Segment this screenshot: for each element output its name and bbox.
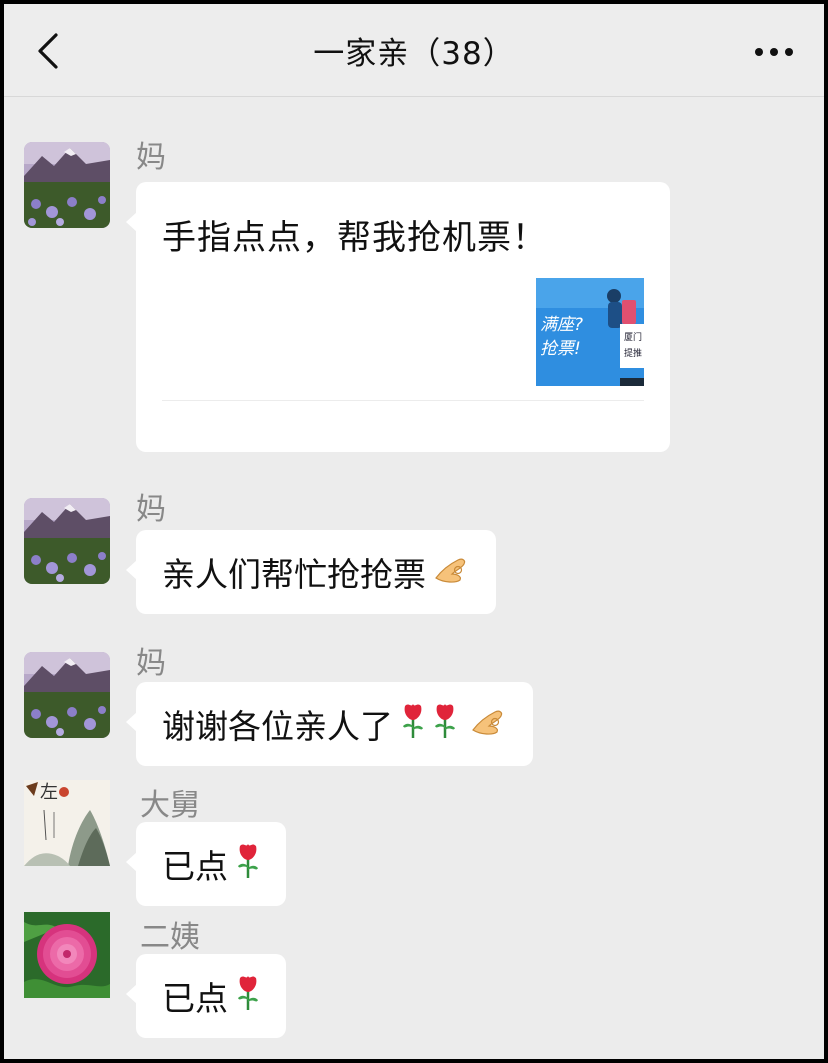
chat-header: 一家亲（38） [4, 4, 824, 97]
rose-emoji-icon [236, 842, 260, 886]
ok-hand-emoji-icon [434, 553, 470, 592]
svg-text:厦门: 厦门 [624, 331, 642, 343]
svg-text:提推: 提推 [624, 347, 642, 359]
sender-name: 妈 [136, 646, 166, 681]
card-thumbnail: 满座? 抢票! 厦门 提推 [536, 278, 644, 386]
svg-text:满座?: 满座? [540, 315, 583, 335]
mountain-flowers-avatar [24, 142, 110, 228]
avatar[interactable] [24, 142, 110, 228]
back-button[interactable] [26, 26, 70, 76]
avatar[interactable]: 左 [24, 780, 110, 866]
pink-flower-avatar [24, 912, 110, 998]
message-text: 已点 [162, 847, 228, 886]
chat-window: 一家亲（38） 妈 手指点点，帮我抢机票！ 满座? 抢票! 厦门 提推 妈 亲人… [4, 4, 824, 1059]
sender-name: 大舅 [140, 788, 200, 823]
card-divider [162, 400, 644, 401]
message-bubble[interactable]: 亲人们帮忙抢抢票 [126, 530, 496, 614]
ink-landscape-avatar: 左 [24, 780, 110, 866]
sender-name: 妈 [136, 492, 166, 527]
mountain-flowers-avatar [24, 498, 110, 584]
more-dots-icon [755, 48, 793, 56]
chevron-left-icon [38, 33, 58, 69]
svg-text:左: 左 [40, 782, 58, 803]
svg-text:抢票!: 抢票! [540, 339, 581, 359]
ok-hand-emoji-icon [471, 705, 507, 744]
sender-name: 妈 [136, 140, 166, 175]
chat-title: 一家亲（38） [313, 35, 515, 72]
rose-emoji-icon [401, 702, 425, 746]
rose-emoji-icon [236, 974, 260, 1018]
mountain-flowers-avatar [24, 652, 110, 738]
message-bubble[interactable]: 已点 [126, 954, 286, 1038]
card-title: 手指点点，帮我抢机票！ [162, 218, 547, 258]
avatar[interactable] [24, 652, 110, 738]
avatar[interactable] [24, 498, 110, 584]
more-options-button[interactable] [750, 32, 798, 72]
message-text: 谢谢各位亲人了 [162, 707, 393, 746]
shared-link-card[interactable]: 手指点点，帮我抢机票！ 满座? 抢票! 厦门 提推 [126, 182, 670, 452]
rose-emoji-icon [433, 702, 457, 746]
sender-name: 二姨 [140, 920, 200, 955]
message-text: 已点 [162, 979, 228, 1018]
message-text: 亲人们帮忙抢抢票 [162, 555, 426, 594]
flight-promo-image: 满座? 抢票! 厦门 提推 [536, 278, 644, 386]
avatar[interactable] [24, 912, 110, 998]
message-bubble[interactable]: 谢谢各位亲人了 [126, 682, 533, 766]
message-bubble[interactable]: 已点 [126, 822, 286, 906]
